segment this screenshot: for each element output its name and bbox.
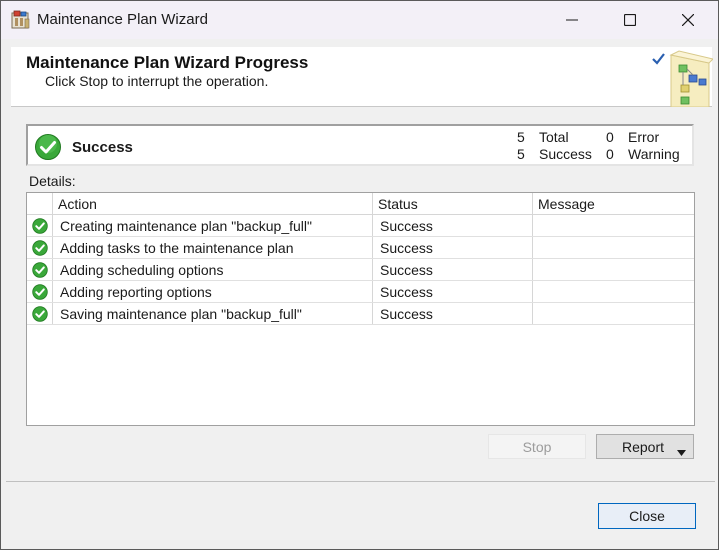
success-check-icon bbox=[32, 284, 48, 303]
success-check-icon bbox=[32, 262, 48, 281]
success-check-icon bbox=[32, 218, 48, 237]
table-row[interactable]: Saving maintenance plan "backup_full" Su… bbox=[27, 303, 694, 325]
success-count: 5 bbox=[517, 146, 525, 162]
wizard-header: Maintenance Plan Wizard Progress Click S… bbox=[11, 47, 714, 110]
wizard-banner-icon bbox=[649, 49, 714, 110]
window-title: Maintenance Plan Wizard bbox=[37, 11, 208, 28]
table-row[interactable]: Creating maintenance plan "backup_full" … bbox=[27, 215, 694, 237]
warning-label: Warning bbox=[628, 146, 680, 162]
success-check-icon bbox=[32, 306, 48, 325]
row-status: Success bbox=[380, 218, 433, 234]
total-label: Total bbox=[539, 129, 569, 145]
row-status: Success bbox=[380, 240, 433, 256]
maximize-button[interactable] bbox=[601, 1, 659, 39]
total-count: 5 bbox=[517, 129, 525, 145]
row-action: Adding reporting options bbox=[60, 284, 212, 300]
details-grid[interactable]: Action Status Message Creating maintenan… bbox=[26, 192, 695, 426]
stop-button[interactable]: Stop bbox=[488, 434, 586, 459]
row-action: Creating maintenance plan "backup_full" bbox=[60, 218, 312, 234]
row-action: Adding scheduling options bbox=[60, 262, 224, 278]
minimize-icon bbox=[566, 14, 578, 26]
report-button[interactable]: Report bbox=[596, 434, 694, 459]
close-window-button[interactable] bbox=[659, 1, 717, 39]
table-row[interactable]: Adding tasks to the maintenance plan Suc… bbox=[27, 237, 694, 259]
dropdown-arrow-icon bbox=[677, 443, 686, 459]
column-header-action[interactable]: Action bbox=[58, 196, 97, 212]
row-status: Success bbox=[380, 284, 433, 300]
success-label: Success bbox=[539, 146, 592, 162]
details-label: Details: bbox=[29, 173, 76, 189]
wizard-app-icon bbox=[11, 10, 31, 30]
grid-header: Action Status Message bbox=[27, 193, 694, 215]
footer-separator bbox=[6, 481, 715, 482]
success-check-icon bbox=[32, 240, 48, 259]
close-icon bbox=[682, 14, 694, 26]
table-row[interactable]: Adding reporting options Success bbox=[27, 281, 694, 303]
report-button-label: Report bbox=[622, 438, 665, 455]
column-header-status[interactable]: Status bbox=[378, 196, 418, 212]
error-count: 0 bbox=[606, 129, 614, 145]
page-subtitle: Click Stop to interrupt the operation. bbox=[45, 73, 269, 89]
table-row[interactable]: Adding scheduling options Success bbox=[27, 259, 694, 281]
error-label: Error bbox=[628, 129, 660, 145]
row-action: Saving maintenance plan "backup_full" bbox=[60, 306, 302, 322]
close-button[interactable]: Close bbox=[598, 503, 696, 529]
row-status: Success bbox=[380, 306, 433, 322]
page-title: Maintenance Plan Wizard Progress bbox=[26, 53, 309, 72]
row-status: Success bbox=[380, 262, 433, 278]
warning-count: 0 bbox=[606, 146, 614, 162]
maintenance-plan-wizard-window: Maintenance Plan Wizard Maintenance Plan… bbox=[0, 0, 719, 550]
progress-summary: Success 5 Total 0 Error 5 Success 0 Warn… bbox=[26, 124, 694, 166]
maximize-icon bbox=[624, 14, 636, 26]
summary-status-text: Success bbox=[72, 139, 133, 156]
column-header-message[interactable]: Message bbox=[538, 196, 595, 212]
row-action: Adding tasks to the maintenance plan bbox=[60, 240, 294, 256]
minimize-button[interactable] bbox=[543, 1, 601, 39]
title-bar: Maintenance Plan Wizard bbox=[1, 1, 718, 39]
success-check-icon bbox=[34, 133, 62, 164]
